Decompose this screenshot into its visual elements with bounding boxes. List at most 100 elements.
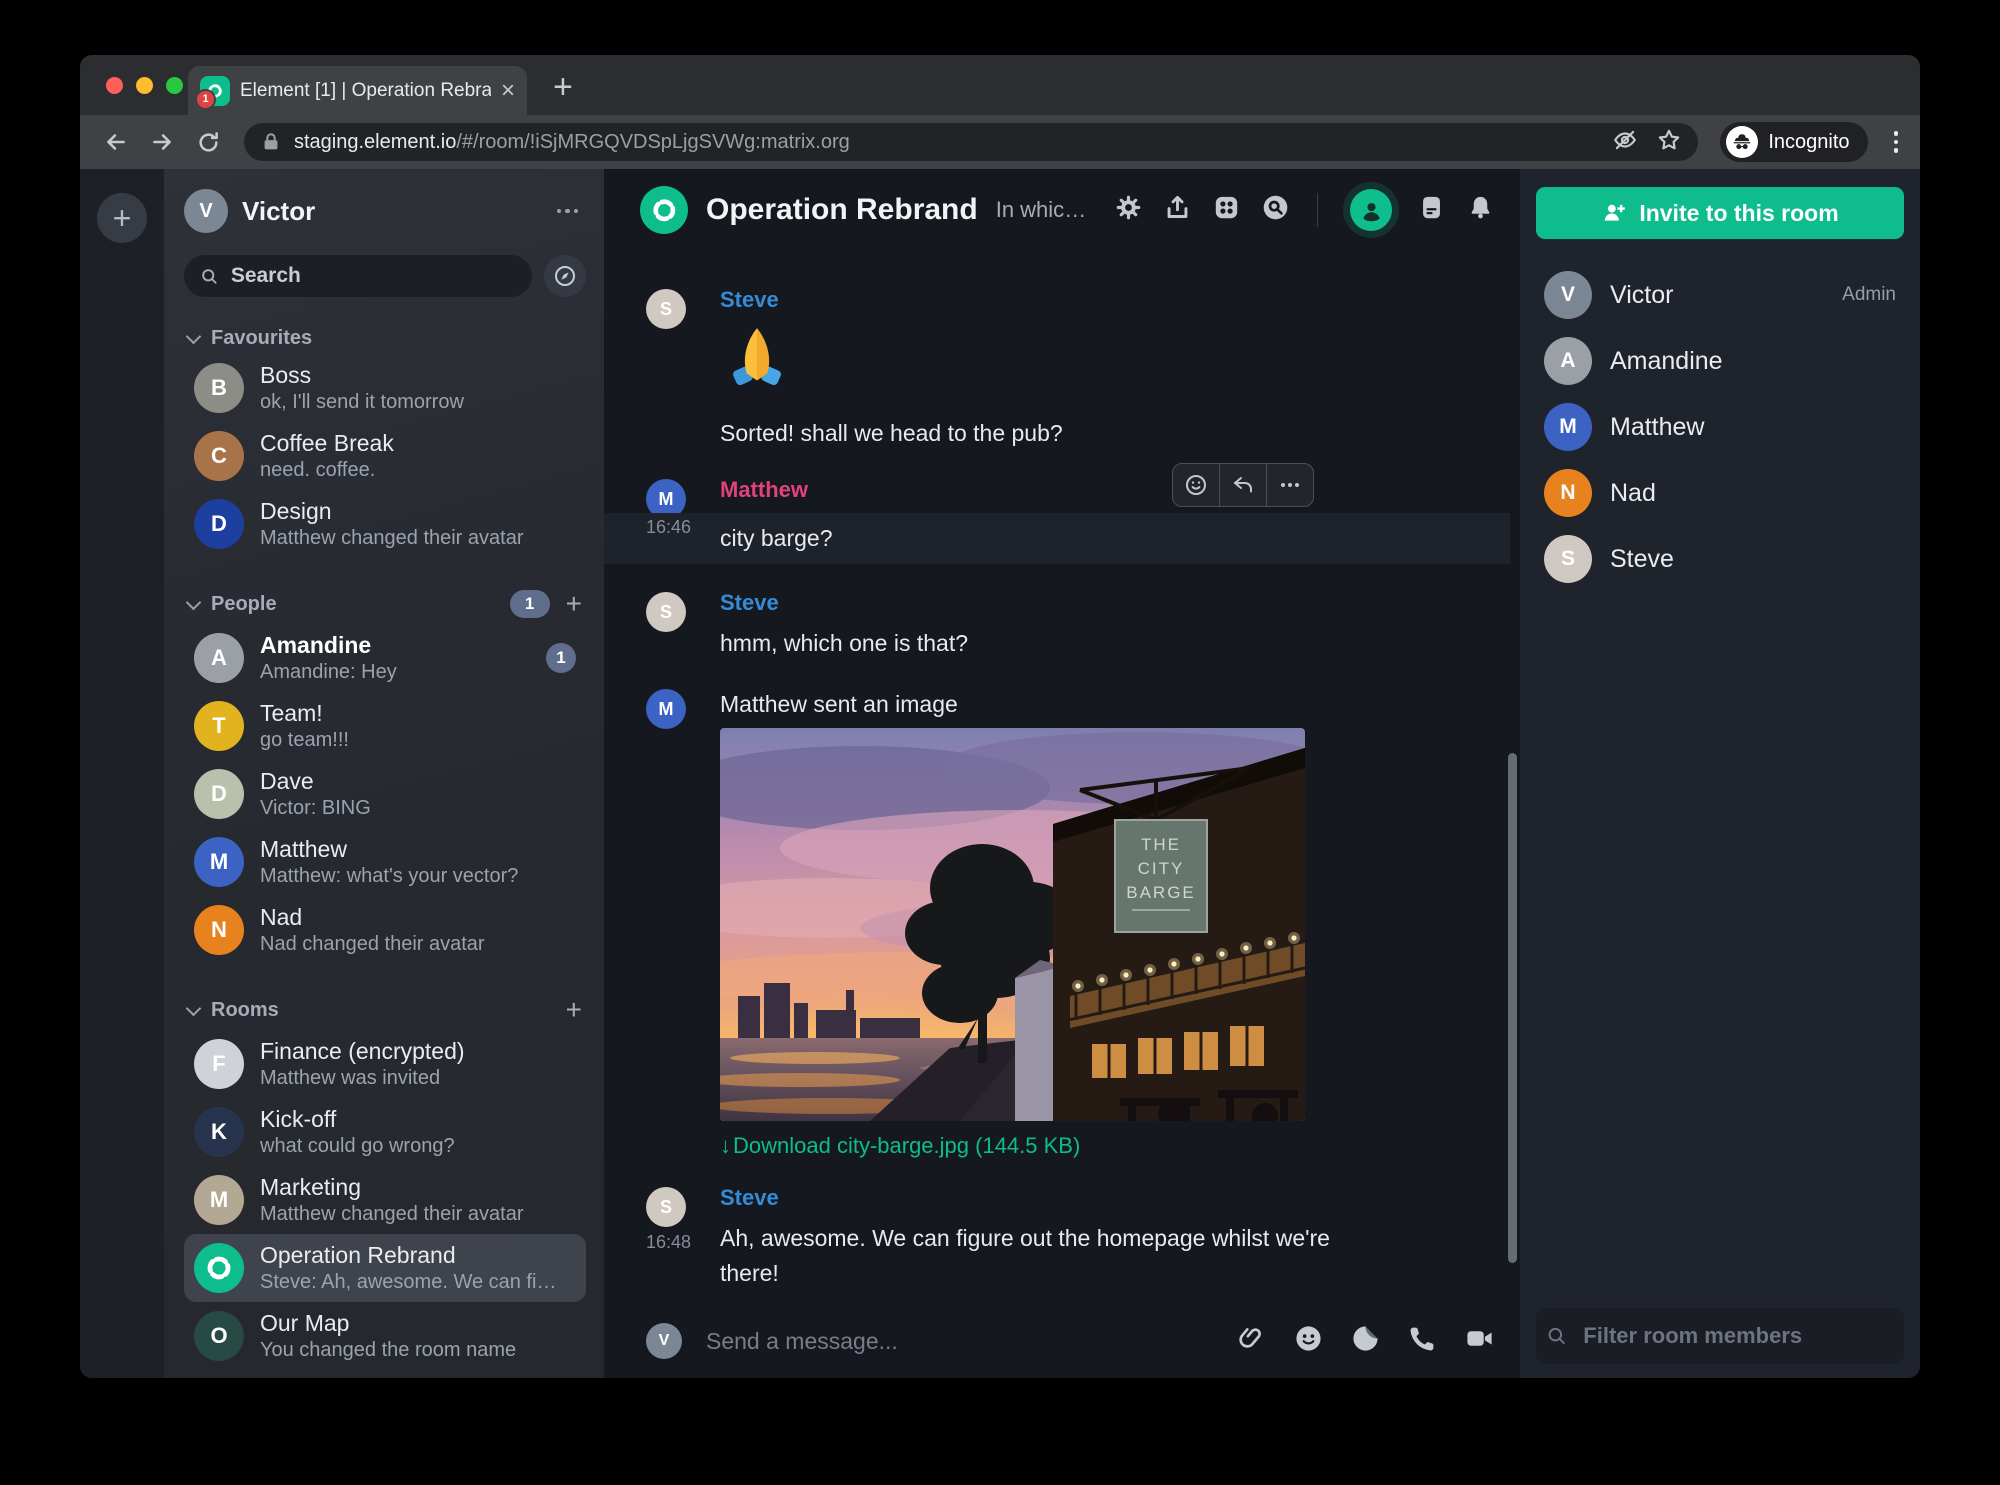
room-topic[interactable]: In which we rebrand Riot to Element [996, 197, 1097, 223]
add-people-button[interactable]: + [566, 588, 582, 620]
unread-badge: 1 [546, 643, 576, 673]
member-list-button[interactable] [1350, 189, 1392, 231]
show-more-button[interactable]: Show 2 more [184, 1370, 586, 1378]
export-share-icon[interactable] [1164, 194, 1191, 226]
create-space-button[interactable]: + [97, 193, 147, 243]
room-list-item[interactable]: C Coffee Break need. coffee. [184, 422, 586, 490]
browser-menu-icon[interactable] [1888, 125, 1905, 159]
room-list-item[interactable]: D Design Matthew changed their avatar [184, 490, 586, 558]
room-list-item[interactable]: T Team! go team!!! [184, 692, 586, 760]
room-name: Dave [260, 768, 314, 794]
room-list-item[interactable]: D Dave Victor: BING [184, 760, 586, 828]
people-list: A Amandine Amandine: Hey 1 T Team! go te… [184, 624, 586, 964]
reload-button[interactable] [188, 122, 228, 162]
member-row[interactable]: S Steve [1536, 533, 1904, 585]
back-button[interactable] [96, 122, 136, 162]
people-header[interactable]: People 1 + [184, 584, 586, 624]
message-timeline[interactable]: S Steve Sorted! shall we head to the pub… [604, 251, 1520, 1304]
member-name: Steve [1610, 544, 1674, 573]
minimize-window-button[interactable] [136, 77, 153, 94]
sign-line3: BARGE [1126, 883, 1196, 902]
room-list-item[interactable]: N Nad Nad changed their avatar [184, 896, 586, 964]
filter-members[interactable] [1536, 1308, 1904, 1364]
read-receipt-avatar[interactable] [1345, 1189, 1371, 1215]
add-room-button[interactable]: + [566, 994, 582, 1026]
member-row[interactable]: A Amandine [1536, 335, 1904, 387]
read-receipt-avatar[interactable] [1407, 1189, 1433, 1215]
video-call-icon[interactable] [1465, 1324, 1494, 1358]
threads-icon[interactable] [1418, 194, 1445, 226]
search-icon[interactable] [1262, 194, 1289, 226]
new-tab-button[interactable]: + [553, 68, 573, 115]
member-name: Amandine [1610, 346, 1723, 375]
member-row[interactable]: V Victor Admin [1536, 269, 1904, 321]
sticker-icon[interactable] [1351, 1324, 1380, 1358]
room-list-item[interactable]: A Amandine Amandine: Hey 1 [184, 624, 586, 692]
forward-button[interactable] [142, 122, 182, 162]
url-host: staging.element.io [294, 130, 457, 153]
sender-avatar[interactable]: S [646, 592, 686, 632]
room-header: Operation Rebrand In which we rebrand Ri… [604, 169, 1520, 251]
room-list-item[interactable]: O Our Map You changed the room name [184, 1302, 586, 1370]
bookmark-star-icon[interactable] [1656, 127, 1682, 158]
url-path: /#/room/!iSjMRGQVDSpLjgSVWg:matrix.org [456, 130, 850, 153]
room-list-item[interactable]: M Matthew Matthew: what's your vector? [184, 828, 586, 896]
explore-rooms-button[interactable] [544, 255, 586, 297]
read-receipt-avatar[interactable] [1438, 1189, 1464, 1215]
tab-title: Element [1] | Operation Rebran [240, 79, 491, 101]
maximize-window-button[interactable] [166, 77, 183, 94]
react-button[interactable] [1173, 464, 1219, 506]
reply-button[interactable] [1219, 464, 1266, 506]
voice-call-icon[interactable] [1408, 1324, 1437, 1358]
user-menu-dots-icon[interactable] [549, 201, 587, 222]
room-list-item[interactable]: B Boss ok, I'll send it tomorrow [184, 354, 586, 422]
timeline-scrollbar[interactable] [1508, 753, 1517, 1263]
invite-button[interactable]: Invite to this room [1536, 187, 1904, 239]
widgets-grid-icon[interactable] [1213, 194, 1240, 226]
favourites-header[interactable]: Favourites [184, 323, 586, 354]
room-avatar: M [194, 837, 244, 887]
tab-close-icon[interactable]: × [501, 78, 515, 103]
room-settings-gear-icon[interactable] [1115, 194, 1142, 226]
eye-off-icon[interactable] [1612, 127, 1638, 158]
read-receipt-avatar[interactable] [1376, 1189, 1402, 1215]
room-avatar [194, 1243, 244, 1293]
sender-name[interactable]: Steve [720, 287, 1464, 313]
room-name: Nad [260, 904, 303, 930]
room-list-item[interactable]: K Kick-off what could go wrong? [184, 1098, 586, 1166]
room-avatar: T [194, 701, 244, 751]
reply-arrow-icon [1234, 477, 1252, 493]
member-row[interactable]: N Nad [1536, 467, 1904, 519]
search-input[interactable] [228, 263, 516, 289]
room-avatar[interactable] [640, 186, 688, 234]
city-barge-image[interactable]: THE CITY BARGE [720, 728, 1305, 1121]
sender-avatar[interactable]: M [646, 689, 686, 729]
filter-members-input[interactable] [1581, 1322, 1894, 1350]
download-link[interactable]: ↓ Download city-barge.jpg (144.5 KB) [720, 1133, 1464, 1159]
member-role: Admin [1842, 284, 1896, 305]
user-menu[interactable]: V Victor [184, 189, 586, 233]
room-title[interactable]: Operation Rebrand [706, 193, 978, 227]
room-name: Finance (encrypted) [260, 1038, 465, 1064]
room-list-item[interactable]: Operation Rebrand Steve: Ah, awesome. We… [184, 1234, 586, 1302]
message-input[interactable] [704, 1326, 1215, 1356]
sender-name[interactable]: Matthew [720, 477, 1464, 503]
room-list-item[interactable]: M Marketing Matthew changed their avatar [184, 1166, 586, 1234]
options-button[interactable] [1266, 464, 1313, 506]
room-preview: Matthew changed their avatar [260, 1203, 524, 1225]
rooms-list: F Finance (encrypted) Matthew was invite… [184, 1030, 586, 1370]
address-bar[interactable]: staging.element.io/#/room/!iSjMRGQVDSpLj… [244, 123, 1699, 161]
emoji-icon[interactable] [1294, 1324, 1323, 1358]
sender-name[interactable]: Steve [720, 590, 1464, 616]
room-search[interactable] [184, 255, 532, 297]
member-row[interactable]: M Matthew [1536, 401, 1904, 453]
section-label: Rooms [211, 998, 279, 1021]
rooms-header[interactable]: Rooms + [184, 990, 586, 1030]
notifications-bell-icon[interactable] [1467, 194, 1494, 226]
room-list-item[interactable]: F Finance (encrypted) Matthew was invite… [184, 1030, 586, 1098]
browser-tab[interactable]: 1 Element [1] | Operation Rebran × [188, 66, 527, 115]
close-window-button[interactable] [106, 77, 123, 94]
sender-avatar[interactable]: S [646, 289, 686, 329]
attachment-paperclip-icon[interactable] [1237, 1324, 1266, 1358]
sender-avatar[interactable]: S [646, 1187, 686, 1227]
